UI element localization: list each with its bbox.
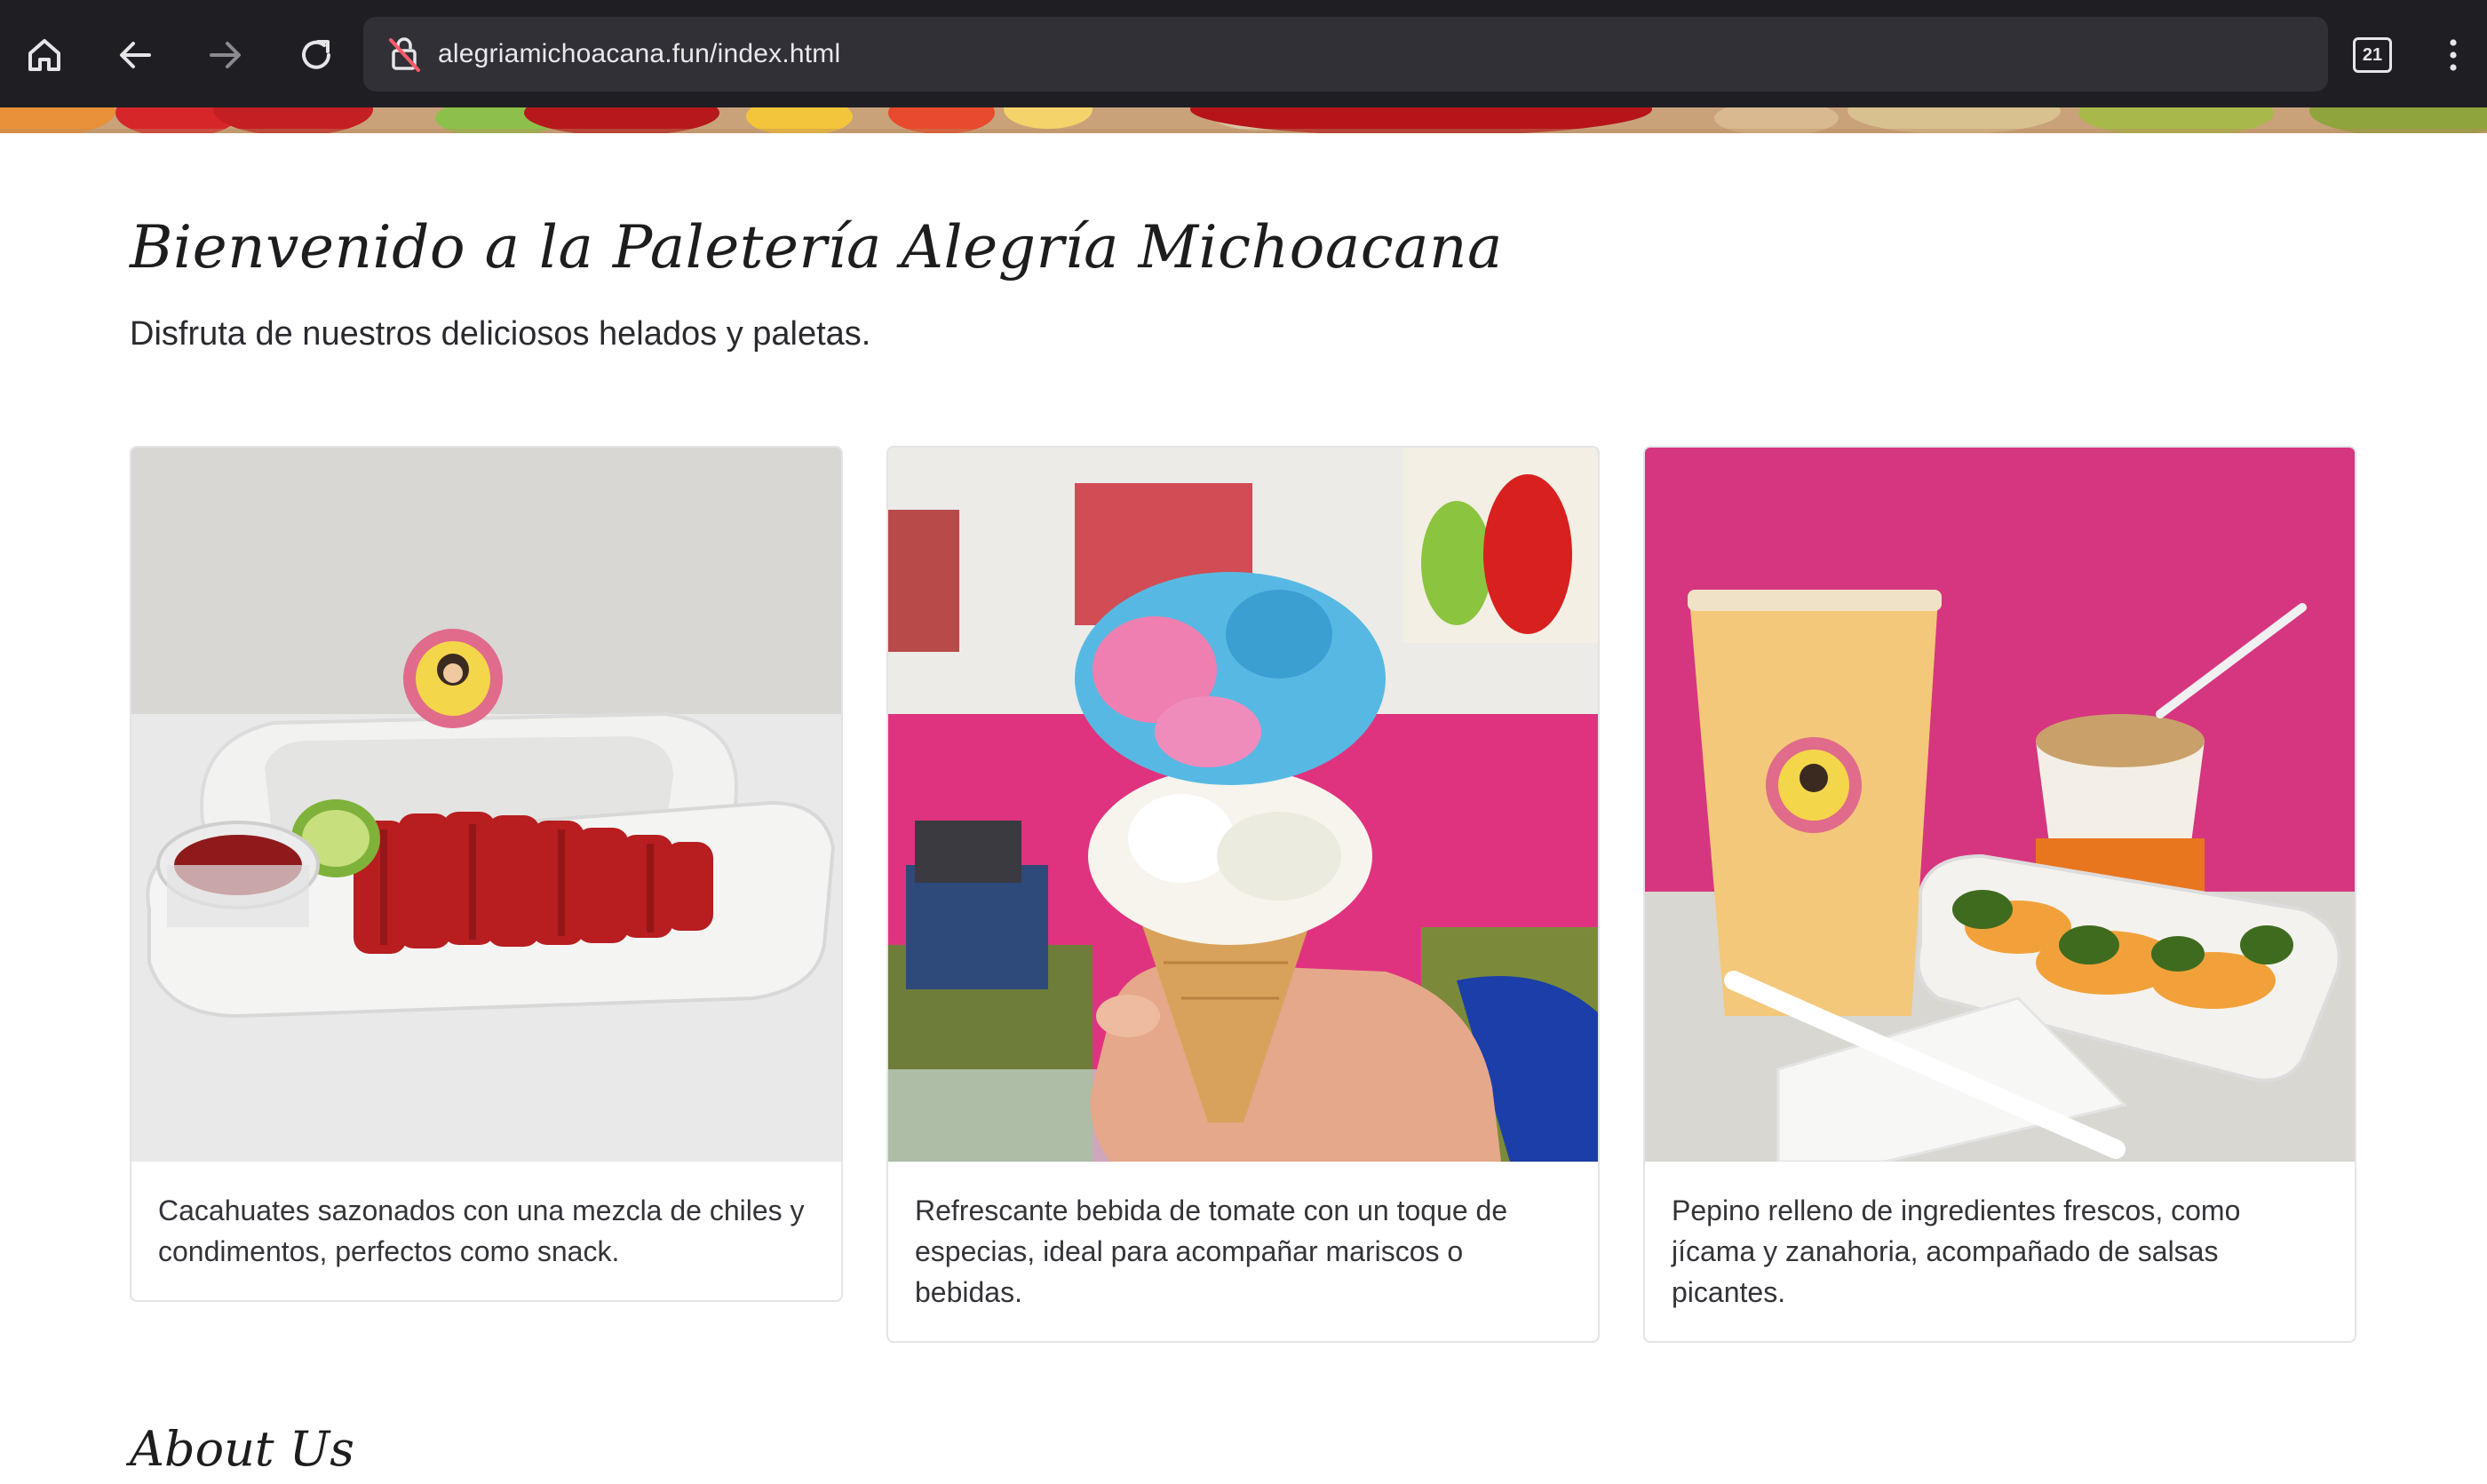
back-button[interactable] [101, 21, 169, 89]
hero-banner-image [0, 107, 2487, 133]
back-arrow-icon [120, 42, 151, 68]
kebab-menu-icon [2450, 39, 2457, 71]
product-image-drink-and-chips [1645, 448, 2355, 1162]
product-image-snack-tray [131, 448, 841, 1162]
browser-toolbar: alegriamichoacana.fun/index.html 21 [0, 0, 2487, 107]
about-heading: About Us [130, 1421, 354, 1477]
reload-icon [302, 40, 330, 69]
forward-button[interactable] [192, 21, 259, 89]
menu-button[interactable] [2419, 21, 2487, 89]
product-card[interactable]: Refrescante bebida de tomate con un toqu… [886, 446, 1600, 1343]
home-icon [28, 39, 60, 71]
card-caption: Pepino relleno de ingredientes frescos, … [1672, 1194, 2241, 1308]
tabs-button[interactable]: 21 [2353, 37, 2392, 73]
card-caption: Refrescante bebida de tomate con un toqu… [915, 1194, 1508, 1308]
card-caption: Cacahuates sazonados con una mezcla de c… [158, 1194, 805, 1267]
tab-count: 21 [2362, 45, 2383, 65]
not-secure-lock-icon[interactable] [383, 33, 425, 75]
url-text[interactable]: alegriamichoacana.fun/index.html [438, 17, 840, 91]
product-card[interactable]: Cacahuates sazonados con una mezcla de c… [130, 446, 843, 1302]
product-card[interactable]: Pepino relleno de ingredientes frescos, … [1643, 446, 2356, 1343]
page-title: Bienvenido a la Paletería Alegría Michoa… [130, 213, 1503, 282]
product-image-ice-cream-cone [888, 448, 1598, 1162]
home-button[interactable] [11, 21, 78, 89]
forward-arrow-icon [210, 42, 241, 68]
page-subtitle: Disfruta de nuestros deliciosos helados … [130, 315, 871, 353]
reload-button[interactable] [282, 21, 350, 89]
address-bar[interactable]: alegriamichoacana.fun/index.html [363, 17, 2328, 91]
